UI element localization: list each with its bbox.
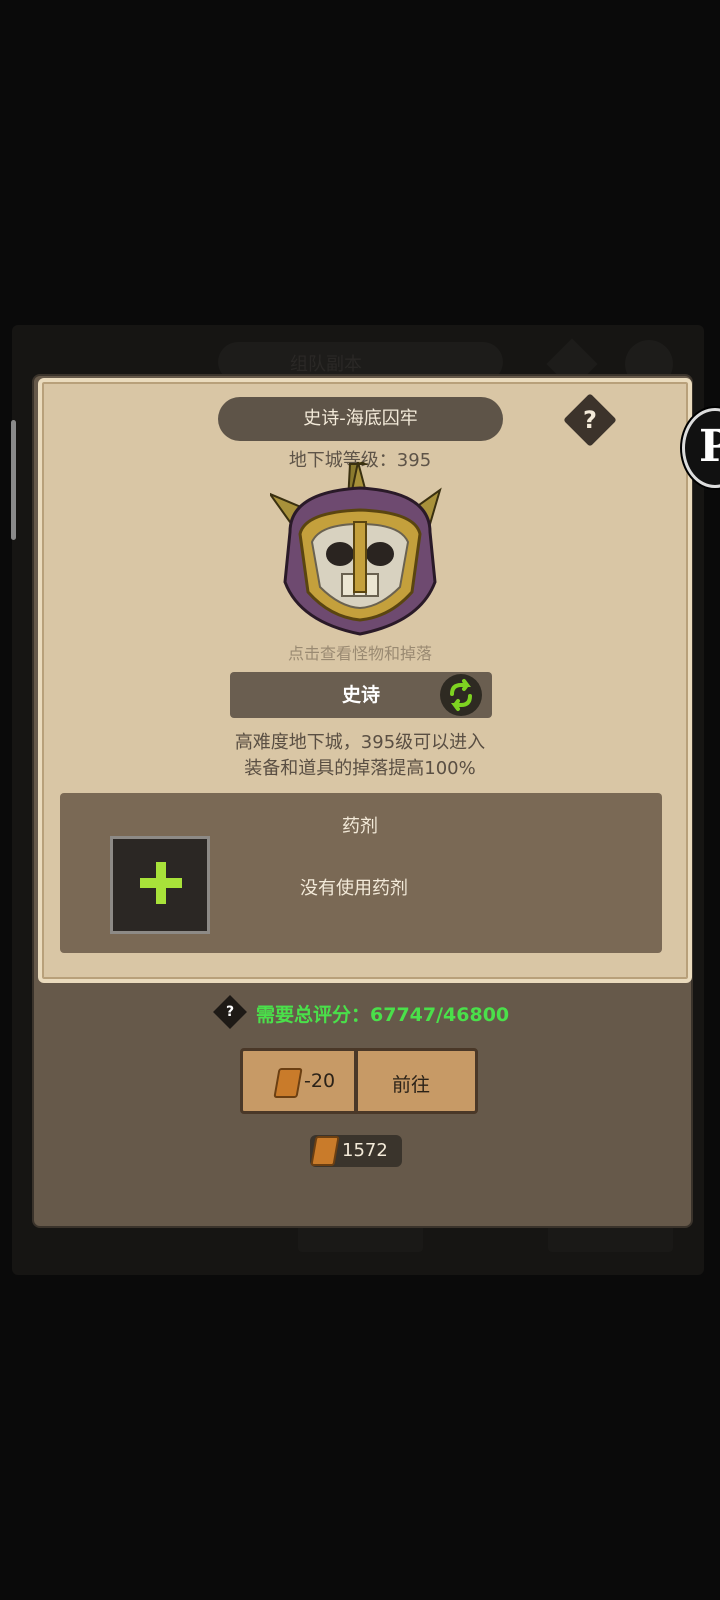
potion-title: 药剂 bbox=[342, 816, 378, 837]
skull-helmet-icon[interactable] bbox=[270, 462, 450, 642]
scroll-indicator bbox=[11, 420, 16, 540]
monster-drop-hint[interactable]: 点击查看怪物和掉落 bbox=[0, 640, 720, 664]
description-line-2: 装备和道具的掉落提高100% bbox=[244, 758, 476, 779]
go-button-label[interactable]: 前往 bbox=[392, 1070, 430, 1097]
question-icon[interactable]: ? bbox=[218, 1000, 242, 1024]
button-divider bbox=[354, 1050, 358, 1112]
swap-icon[interactable] bbox=[440, 674, 482, 716]
score-requirement: 需要总评分：67747/46800 bbox=[256, 1004, 510, 1026]
description-line-1: 高难度地下城，395级可以进入 bbox=[234, 732, 486, 753]
dungeon-title: 史诗-海底囚牢 bbox=[218, 397, 503, 441]
potion-status: 没有使用药剂 bbox=[300, 878, 408, 899]
ticket-cost: -20 bbox=[304, 1070, 336, 1092]
plus-icon-vertical[interactable] bbox=[156, 862, 166, 904]
ticket-balance-value: 1572 bbox=[342, 1140, 388, 1161]
question-icon[interactable]: ? bbox=[571, 401, 609, 439]
background-title-text: 组队副本 bbox=[290, 354, 362, 375]
